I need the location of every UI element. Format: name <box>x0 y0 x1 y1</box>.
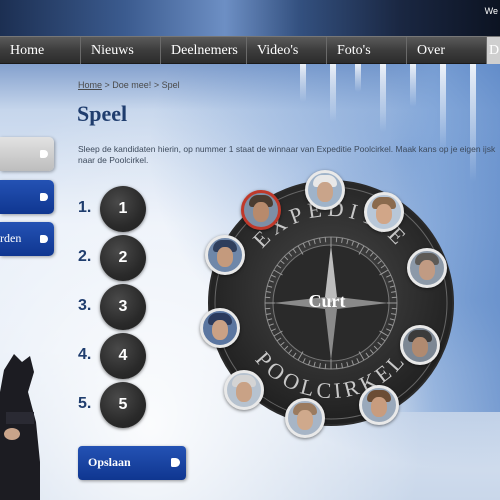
candidate-avatar-selected[interactable] <box>241 190 281 230</box>
rank-drop-slot[interactable]: 5 <box>100 382 146 428</box>
nav-fotos[interactable]: Foto's <box>326 37 406 64</box>
breadcrumb-separator: > <box>151 80 162 90</box>
arrow-icon <box>40 193 48 201</box>
icicle <box>410 62 416 107</box>
rank-number: 3. <box>78 297 92 314</box>
candidate-avatar[interactable] <box>359 385 399 425</box>
avatar-face <box>297 410 313 430</box>
arrow-icon <box>40 150 48 158</box>
side-tab-label: rden <box>0 231 22 245</box>
nav-home[interactable]: Home <box>0 37 80 64</box>
avatar-face <box>317 182 333 202</box>
save-button[interactable]: Opslaan <box>78 446 186 480</box>
nav-doe-mee[interactable]: D <box>486 37 500 64</box>
rank-drop-slot[interactable]: 3 <box>100 284 146 330</box>
avatar-face <box>253 202 269 222</box>
nav-deelnemers[interactable]: Deelnemers <box>160 37 246 64</box>
avatar-face <box>371 397 387 417</box>
icicle <box>440 62 446 152</box>
page-title: Speel <box>77 101 128 126</box>
icicle <box>355 62 361 92</box>
rank-row: 4. 4 <box>78 333 148 379</box>
nav-videos[interactable]: Video's <box>246 37 326 64</box>
avatar-face <box>376 204 392 224</box>
rank-number: 2. <box>78 248 92 265</box>
save-button-label: Opslaan <box>88 455 131 469</box>
breadcrumb-doe-mee[interactable]: Doe mee! <box>112 80 151 90</box>
avatar-face <box>236 382 252 402</box>
avatar-face <box>412 337 428 357</box>
rank-number: 4. <box>78 346 92 363</box>
nav-nieuws[interactable]: Nieuws <box>80 37 160 64</box>
arrow-icon <box>40 235 48 243</box>
selected-candidate-name: Curt <box>308 291 346 311</box>
candidate-avatar[interactable] <box>285 398 325 438</box>
candidate-avatar[interactable] <box>400 325 440 365</box>
rank-drop-slot[interactable]: 4 <box>100 333 146 379</box>
explorer-figure <box>0 354 40 500</box>
rank-row: 2. 2 <box>78 235 148 281</box>
candidate-avatar[interactable] <box>364 192 404 232</box>
rank-row: 3. 3 <box>78 284 148 330</box>
side-tab-2[interactable] <box>0 180 54 214</box>
rank-row: 1. 1 <box>78 186 148 232</box>
arrow-icon <box>171 458 180 467</box>
breadcrumb-home[interactable]: Home <box>78 80 102 90</box>
candidate-avatar[interactable] <box>224 370 264 410</box>
icicle <box>330 62 336 122</box>
breadcrumb-current: Spel <box>161 80 180 90</box>
icicle <box>300 62 306 102</box>
avatar-face <box>419 260 435 280</box>
intro-text: Sleep de kandidaten hierin, op nummer 1 … <box>78 144 496 165</box>
rank-number: 5. <box>78 395 92 412</box>
candidate-avatar[interactable] <box>200 308 240 348</box>
avatar-face <box>217 247 233 267</box>
rank-drop-slot[interactable]: 1 <box>100 186 146 232</box>
header-banner <box>0 0 500 40</box>
main-nav: Home Nieuws Deelnemers Video's Foto's Ov… <box>0 36 500 64</box>
rank-number: 1. <box>78 199 92 216</box>
candidate-avatar[interactable] <box>407 248 447 288</box>
breadcrumb-separator: > <box>102 80 113 90</box>
breadcrumb: Home > Doe mee! > Spel <box>78 80 180 90</box>
side-tab-1[interactable] <box>0 137 54 171</box>
rank-drop-slot[interactable]: 2 <box>100 235 146 281</box>
topbar-text[interactable]: We <box>485 6 498 16</box>
side-tab-3[interactable]: rden <box>0 222 54 256</box>
rank-row: 5. 5 <box>78 382 148 428</box>
candidate-avatar[interactable] <box>305 170 345 210</box>
icicle <box>380 62 386 132</box>
avatar-face <box>212 320 228 340</box>
candidate-avatar[interactable] <box>205 235 245 275</box>
nav-over[interactable]: Over <box>406 37 486 64</box>
